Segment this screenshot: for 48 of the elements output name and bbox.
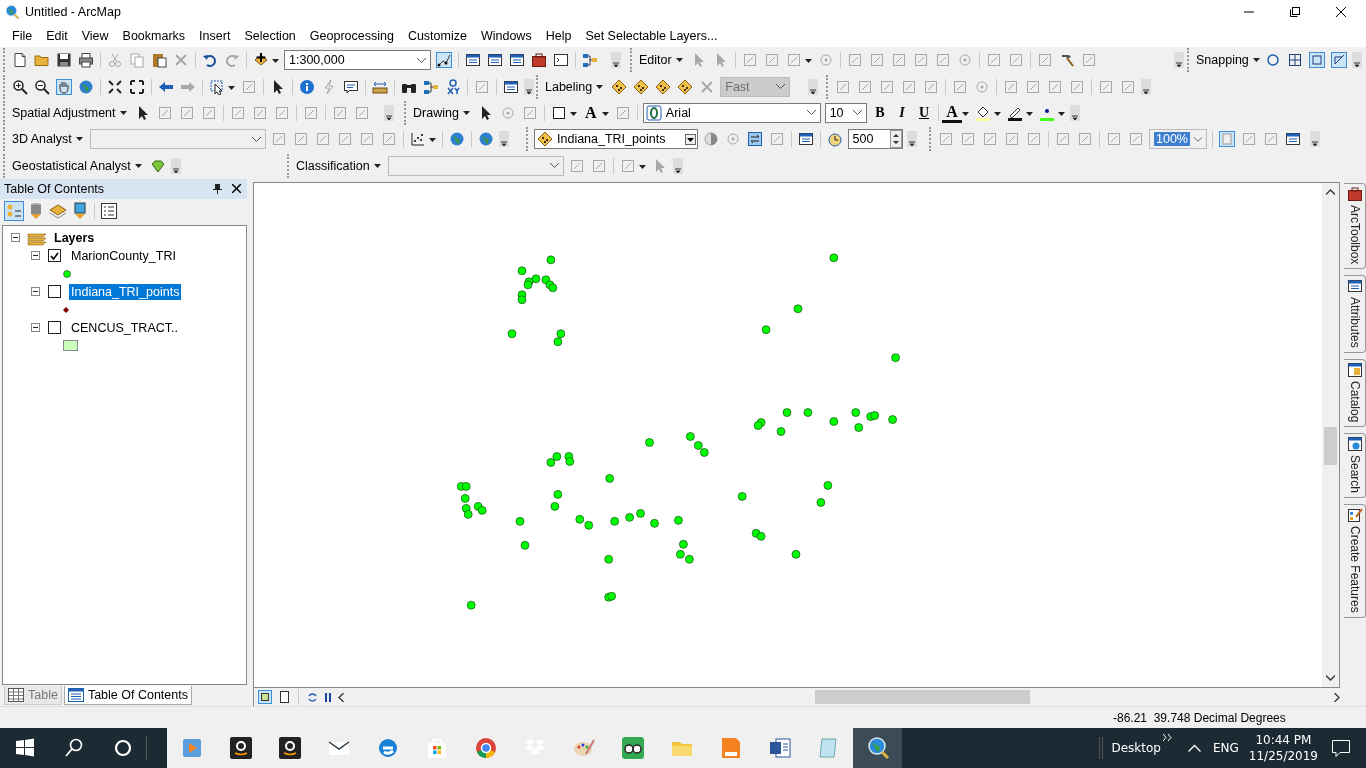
dock-tab[interactable]: Attributes xyxy=(1344,275,1366,354)
menu-item[interactable]: File xyxy=(5,28,40,43)
desktop-toolbar-label[interactable]: Desktop xyxy=(1111,741,1161,755)
spin-field[interactable]: 500 xyxy=(847,129,903,150)
menu-item[interactable]: Bookmarks xyxy=(115,28,193,43)
menu-item[interactable]: Set Selectable Layers... xyxy=(578,28,725,43)
snapping-menu[interactable]: Snapping xyxy=(1193,53,1262,68)
layer-name[interactable]: MarionCounty_TRI xyxy=(69,247,178,264)
italic-button[interactable]: I xyxy=(891,101,913,124)
language-indicator[interactable]: ENG xyxy=(1212,741,1239,755)
coordinates-readout: -86.21 39.748 Decimal Degrees xyxy=(1113,710,1286,725)
dock-tab[interactable]: Catalog xyxy=(1344,359,1366,428)
zoom-combo[interactable]: 100% xyxy=(1149,129,1207,150)
geostatistical-analyst-menu[interactable]: Geostatistical Analyst xyxy=(9,158,147,173)
scale-combo[interactable]: 1:300,000 xyxy=(284,50,431,71)
menu-item[interactable]: Help xyxy=(538,28,579,43)
font-size-combo[interactable]: 10 xyxy=(824,102,867,123)
text-button[interactable]: A xyxy=(579,101,602,124)
menu-item[interactable]: Windows xyxy=(473,28,539,43)
classification-menu[interactable]: Classification xyxy=(293,158,386,173)
editor-menu[interactable]: Editor xyxy=(636,53,688,68)
menu-item[interactable]: Geoprocessing xyxy=(302,28,401,43)
dock-tab[interactable]: Create Features xyxy=(1344,504,1366,619)
spatial-adjustment-menu[interactable]: Spatial Adjustment xyxy=(9,105,132,120)
panel-tab[interactable]: Table Of Contents xyxy=(63,686,192,705)
labeling-menu[interactable]: Labeling xyxy=(542,79,609,94)
3d-analyst-menu[interactable]: 3D Analyst xyxy=(9,132,88,147)
drawing-menu[interactable]: Drawing xyxy=(410,105,475,120)
menu-item[interactable]: Selection xyxy=(237,28,303,43)
font-combo[interactable]: Arial xyxy=(642,102,821,123)
panel-title: Table Of Contents xyxy=(4,181,106,196)
layer-name[interactable]: Indiana_TRI_points xyxy=(69,283,182,300)
dock-tab[interactable]: ArcToolbox xyxy=(1344,182,1366,270)
layer-group-label[interactable]: Layers xyxy=(54,230,95,245)
font-color-button[interactable]: A xyxy=(942,102,962,123)
window-title: Untitled - ArcMap xyxy=(25,5,121,19)
menu-item[interactable]: View xyxy=(74,28,116,43)
menu-item[interactable]: Customize xyxy=(400,28,474,43)
underline-button[interactable]: U xyxy=(913,101,935,124)
layer-name[interactable]: CENCUS_TRACT.. xyxy=(69,319,180,336)
layer-combo[interactable]: Indiana_TRI_points xyxy=(534,129,698,150)
menu-item[interactable]: Edit xyxy=(39,28,75,43)
clock-date[interactable]: 11/25/2019 xyxy=(1248,748,1318,764)
bold-button[interactable]: B xyxy=(869,101,891,124)
dock-tab[interactable]: Search xyxy=(1344,433,1366,499)
clock-time[interactable]: 10:44 PM xyxy=(1255,732,1312,748)
menu-item[interactable]: Insert xyxy=(192,28,238,43)
panel-tab[interactable]: Table xyxy=(4,686,62,705)
